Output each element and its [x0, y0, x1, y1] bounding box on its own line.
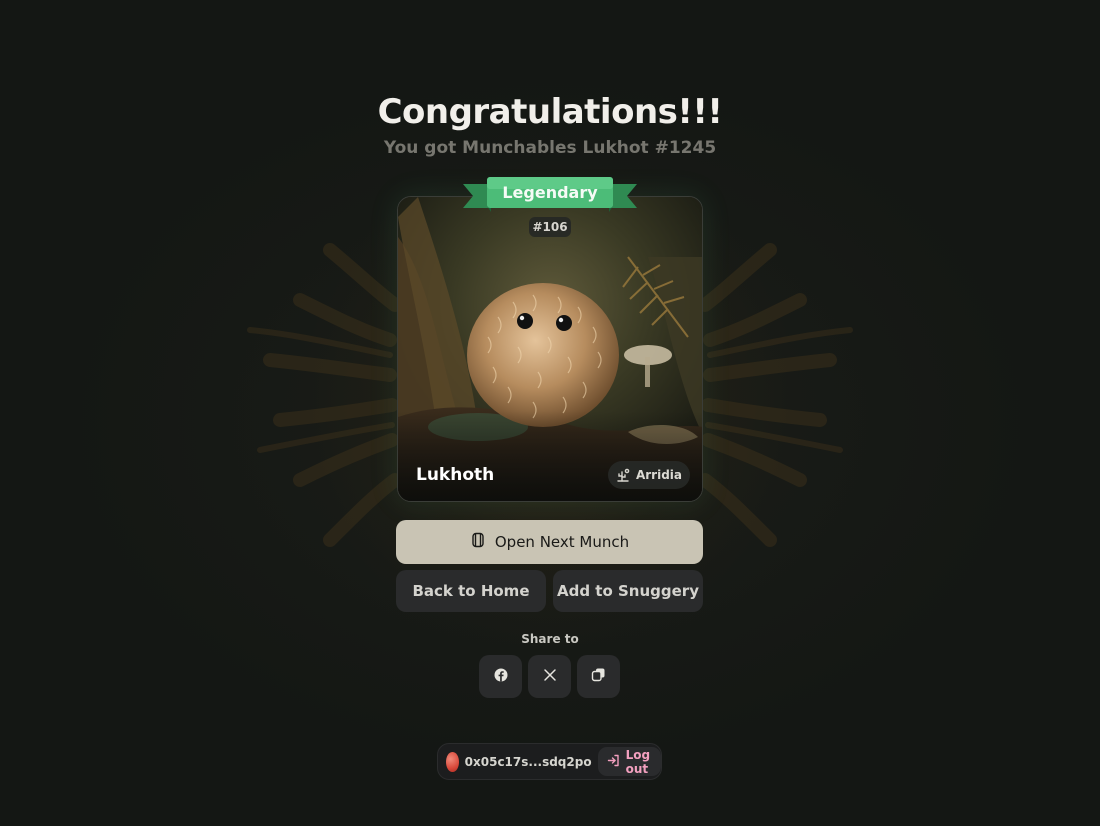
share-label: Share to: [521, 632, 579, 646]
share-x-button[interactable]: [528, 655, 571, 698]
realm-name: Arridia: [635, 468, 682, 482]
back-to-home-button[interactable]: Back to Home: [396, 570, 546, 612]
realm-badge: Arridia: [607, 461, 690, 489]
open-next-munch-button[interactable]: Open Next Munch: [396, 520, 703, 564]
share-facebook-button[interactable]: [479, 655, 522, 698]
rarity-label: Legendary: [502, 182, 598, 202]
copy-icon: [591, 667, 606, 686]
munchable-name: Lukhoth: [416, 465, 495, 485]
page-subtitle: You got Munchables Lukhot #1245: [383, 138, 717, 158]
wallet-address: 0x05c17s...sdq2po: [464, 754, 592, 769]
wallet-avatar: [446, 751, 459, 772]
token-id-badge: #106: [529, 217, 571, 237]
capsule-icon: [470, 532, 486, 552]
logout-icon: [607, 754, 620, 770]
facebook-icon: [494, 667, 508, 686]
x-icon: [543, 667, 557, 686]
add-to-snuggery-button[interactable]: Add to Snuggery: [553, 570, 703, 612]
cactus-icon: [615, 467, 631, 483]
wallet-bar: 0x05c17s...sdq2po Log out: [437, 743, 662, 780]
share-copy-button[interactable]: [577, 655, 620, 698]
logout-button[interactable]: Log out: [597, 747, 661, 776]
open-next-munch-label: Open Next Munch: [494, 533, 630, 551]
logout-label: Log out: [625, 747, 651, 776]
page-title: Congratulations!!!: [377, 92, 723, 132]
munchable-card: #106 Lukhoth Arridia: [397, 196, 703, 502]
